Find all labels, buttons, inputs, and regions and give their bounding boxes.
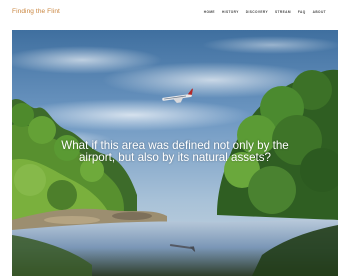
nav-about[interactable]: ABOUT bbox=[313, 10, 326, 14]
nav-stream[interactable]: STREAM bbox=[275, 10, 291, 14]
nav-history[interactable]: HISTORY bbox=[222, 10, 239, 14]
hero-banner: What if this area was defined not only b… bbox=[12, 30, 338, 276]
main-nav: HOME HISTORY DISCOVERY STREAM FAQ ABOUT bbox=[204, 10, 326, 14]
nav-faq[interactable]: FAQ bbox=[298, 10, 306, 14]
nav-discovery[interactable]: DISCOVERY bbox=[246, 10, 268, 14]
nav-home[interactable]: HOME bbox=[204, 10, 215, 14]
site-header: Finding the Flint HOME HISTORY DISCOVERY… bbox=[0, 0, 338, 24]
hero-headline: What if this area was defined not only b… bbox=[61, 139, 289, 164]
site-title-link[interactable]: Finding the Flint bbox=[12, 8, 60, 15]
